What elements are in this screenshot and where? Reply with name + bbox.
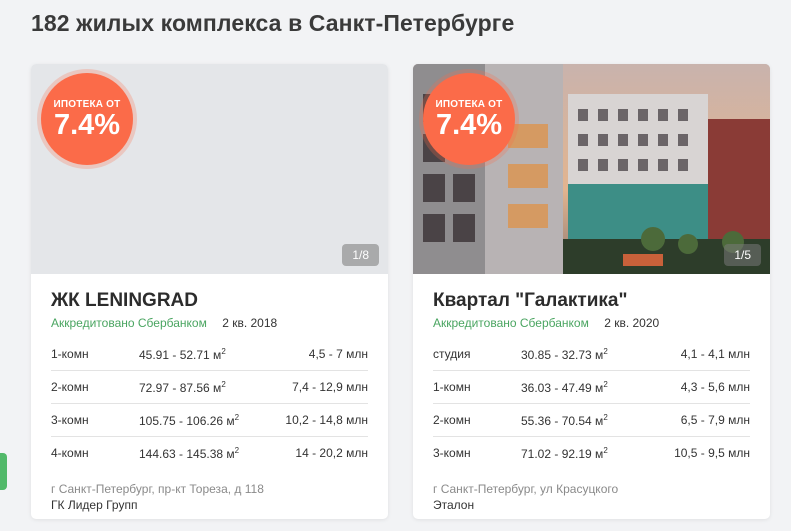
card-meta: Аккредитовано Сбербанком 2 кв. 2020 bbox=[433, 315, 750, 331]
unit-row: 1-комн 45.91 - 52.71 м2 4,5 - 7 млн bbox=[51, 338, 368, 371]
unit-area: 30.85 - 32.73 м2 bbox=[521, 346, 608, 362]
complex-name[interactable]: ЖК LENINGRAD bbox=[51, 290, 368, 312]
mortgage-rate-badge: ИПОТЕКА ОТ 7.4% bbox=[41, 73, 133, 165]
unit-type: 1-комн bbox=[51, 347, 89, 361]
complex-address: г Санкт-Петербург, пр-кт Тореза, д 118 bbox=[51, 482, 264, 496]
completion-date: 2 кв. 2018 bbox=[222, 316, 278, 330]
developer-name[interactable]: ГК Лидер Групп bbox=[51, 497, 368, 513]
developer-name[interactable]: Эталон bbox=[433, 497, 750, 513]
unit-table: студия 30.85 - 32.73 м2 4,1 - 4,1 млн 1-… bbox=[433, 338, 750, 469]
card-meta: Аккредитовано Сбербанком 2 кв. 2018 bbox=[51, 315, 368, 331]
unit-price: 4,1 - 4,1 млн bbox=[680, 347, 750, 361]
unit-price: 7,4 - 12,9 млн bbox=[292, 380, 368, 394]
accreditation-label: Аккредитовано Сбербанком bbox=[51, 316, 207, 330]
unit-type: 3-комн bbox=[51, 413, 89, 427]
unit-price: 10,2 - 14,8 млн bbox=[285, 413, 368, 427]
unit-area: 72.97 - 87.56 м2 bbox=[139, 379, 226, 395]
unit-price: 14 - 20,2 млн bbox=[295, 446, 368, 460]
badge-rate: 7.4% bbox=[53, 109, 121, 141]
unit-area: 45.91 - 52.71 м2 bbox=[139, 346, 226, 362]
unit-type: 4-комн bbox=[51, 446, 89, 460]
photo-counter: 1/8 bbox=[342, 244, 379, 266]
card-body: Квартал "Галактика" Аккредитовано Сберба… bbox=[413, 274, 770, 513]
unit-area: 144.63 - 145.38 м2 bbox=[139, 445, 240, 461]
unit-row: 1-комн 36.03 - 47.49 м2 4,3 - 5,6 млн bbox=[433, 371, 750, 404]
unit-row: студия 30.85 - 32.73 м2 4,1 - 4,1 млн bbox=[433, 338, 750, 371]
unit-price: 10,5 - 9,5 млн bbox=[674, 446, 750, 460]
green-side-tab[interactable] bbox=[0, 453, 7, 490]
photo-counter: 1/5 bbox=[724, 244, 761, 266]
unit-table: 1-комн 45.91 - 52.71 м2 4,5 - 7 млн 2-ко… bbox=[51, 338, 368, 469]
unit-type: 1-комн bbox=[433, 380, 471, 394]
unit-row: 2-комн 72.97 - 87.56 м2 7,4 - 12,9 млн bbox=[51, 371, 368, 404]
complex-address: г Санкт-Петербург, ул Красуцкого bbox=[433, 482, 619, 496]
complex-name[interactable]: Квартал "Галактика" bbox=[433, 290, 750, 312]
unit-price: 4,3 - 5,6 млн bbox=[680, 380, 750, 394]
unit-type: 2-комн bbox=[51, 380, 89, 394]
mortgage-rate-badge: ИПОТЕКА ОТ 7.4% bbox=[423, 73, 515, 165]
unit-type: студия bbox=[433, 347, 471, 361]
unit-area: 105.75 - 106.26 м2 bbox=[139, 412, 240, 428]
page-title: 182 жилых комплекса в Санкт-Петербурге bbox=[31, 10, 515, 36]
unit-area: 36.03 - 47.49 м2 bbox=[521, 379, 608, 395]
badge-rate: 7.4% bbox=[435, 109, 503, 141]
unit-area: 55.36 - 70.54 м2 bbox=[521, 412, 608, 428]
accreditation-label: Аккредитовано Сбербанком bbox=[433, 316, 589, 330]
unit-type: 3-комн bbox=[433, 446, 471, 460]
unit-row: 2-комн 55.36 - 70.54 м2 6,5 - 7,9 млн bbox=[433, 404, 750, 437]
card-body: ЖК LENINGRAD Аккредитовано Сбербанком 2 … bbox=[31, 274, 388, 513]
complex-photo[interactable]: ИПОТЕКА ОТ 7.4% 1/5 bbox=[413, 64, 770, 274]
complex-photo[interactable]: ИПОТЕКА ОТ 7.4% 1/8 bbox=[31, 64, 388, 274]
unit-price: 4,5 - 7 млн bbox=[308, 347, 368, 361]
unit-row: 4-комн 144.63 - 145.38 м2 14 - 20,2 млн bbox=[51, 437, 368, 469]
complex-card-galaktika[interactable]: ИПОТЕКА ОТ 7.4% 1/5 Квартал "Галактика" … bbox=[413, 64, 770, 519]
page: 182 жилых комплекса в Санкт-Петербурге И… bbox=[0, 0, 791, 531]
unit-type: 2-комн bbox=[433, 413, 471, 427]
complex-card-leningrad[interactable]: ИПОТЕКА ОТ 7.4% 1/8 ЖК LENINGRAD Аккреди… bbox=[31, 64, 388, 519]
completion-date: 2 кв. 2020 bbox=[604, 316, 660, 330]
unit-row: 3-комн 71.02 - 92.19 м2 10,5 - 9,5 млн bbox=[433, 437, 750, 469]
unit-price: 6,5 - 7,9 млн bbox=[680, 413, 750, 427]
unit-area: 71.02 - 92.19 м2 bbox=[521, 445, 608, 461]
unit-row: 3-комн 105.75 - 106.26 м2 10,2 - 14,8 мл… bbox=[51, 404, 368, 437]
